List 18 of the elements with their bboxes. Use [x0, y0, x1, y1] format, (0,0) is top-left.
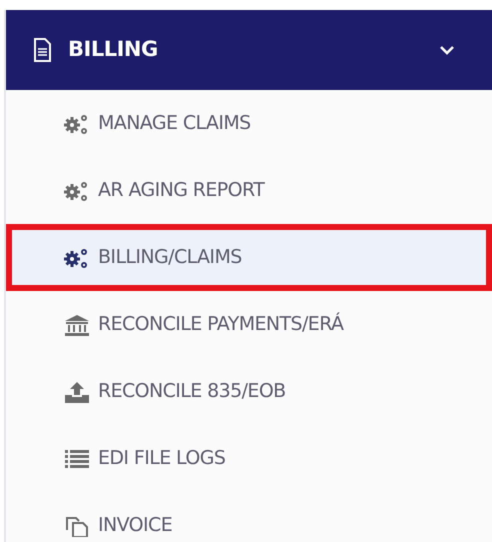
- upload-icon: [64, 380, 90, 402]
- menu-title: BILLING: [68, 36, 159, 64]
- bank-icon: [64, 314, 90, 336]
- menu-item[interactable]: MANAGE CLAIMS: [6, 90, 492, 157]
- menu-item[interactable]: RECONCILE 835/EOB: [6, 358, 492, 425]
- menu-item[interactable]: BILLING/CLAIMS: [6, 224, 492, 291]
- menu-item[interactable]: AR AGING REPORT: [6, 157, 492, 224]
- document-icon: [32, 38, 52, 62]
- gears-icon: [64, 180, 90, 202]
- menu-item[interactable]: INVOICE: [6, 492, 492, 542]
- gears-icon: [64, 112, 90, 134]
- gears-icon: [64, 246, 90, 268]
- chevron-down-icon: [440, 45, 454, 55]
- copy-icon: [64, 514, 90, 536]
- menu-item[interactable]: RECONCILE PAYMENTS/ERÁ: [6, 291, 492, 358]
- menu-item[interactable]: EDI FILE LOGS: [6, 425, 492, 492]
- billing-menu-header[interactable]: BILLING: [6, 10, 492, 90]
- list-icon: [64, 448, 90, 470]
